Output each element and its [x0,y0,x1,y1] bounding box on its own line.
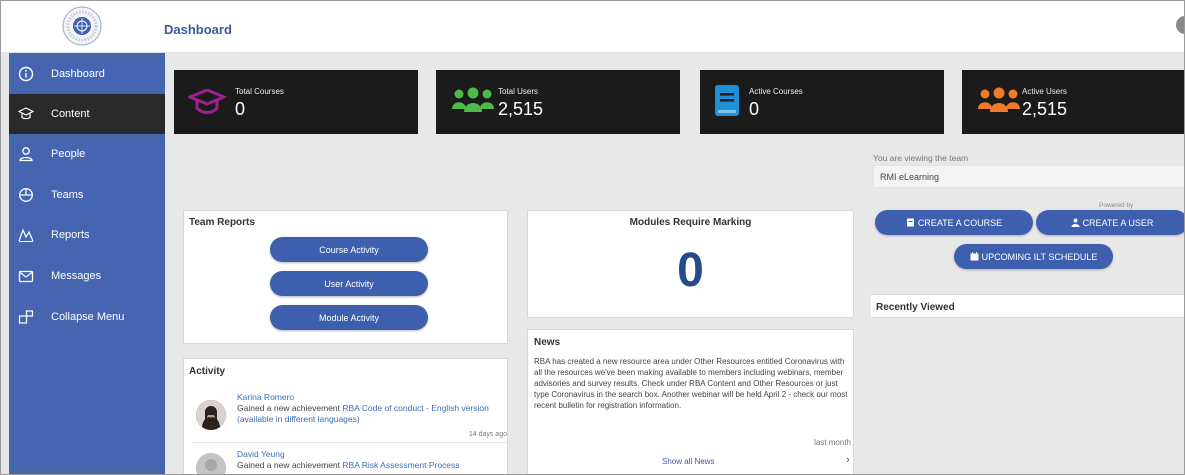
sidebar-item-content[interactable]: Content [9,94,165,134]
recently-viewed-card: Recently Viewed [871,294,1184,318]
create-course-button[interactable]: CREATE A COURSE [875,210,1033,235]
stat-value: 2,515 [1022,99,1068,119]
users-icon [977,87,1021,118]
course-activity-button[interactable]: Course Activity [270,237,428,262]
activity-text: Gained a new achievement RBA Risk Assess… [237,460,505,471]
sidebar-item-label: People [51,148,86,160]
powered-by-label: Powered by [1099,202,1134,209]
main-content: Total Courses 0 Total Users 2,515 Active… [165,53,1184,474]
user-activity-button[interactable]: User Activity [270,271,428,296]
sidebar-item-label: Collapse Menu [51,311,125,323]
page-title: Dashboard [164,22,232,37]
book-icon [715,85,741,122]
avatar[interactable] [196,453,226,474]
user-icon [1071,218,1080,227]
team-reports-title: Team Reports [189,217,255,228]
stat-label: Active Users [1022,87,1067,96]
graduation-cap-icon [186,88,228,120]
news-card: News RBA has created a new resource area… [527,329,854,474]
stat-label: Total Users [498,87,539,96]
teams-icon [18,187,34,203]
activity-prefix: Gained a new achievement [237,460,341,470]
activity-title: Activity [189,366,226,377]
sidebar-item-people[interactable]: People [9,134,165,174]
info-circle-icon [18,66,34,82]
user-activity-label: User Activity [324,278,374,289]
file-icon [906,218,914,227]
user-avatar[interactable] [1176,16,1184,34]
stat-value: 0 [235,99,246,119]
team-label: You are viewing the team [873,153,969,163]
activity-time: 14 days ago [468,431,507,438]
team-reports-card: Team Reports Course Activity User Activi… [183,210,508,344]
divider [192,442,509,443]
calendar-icon [970,252,979,261]
responsible-initiative-logo[interactable] [61,5,103,47]
stat-card-active-users[interactable]: Active Users 2,515 [962,70,1184,134]
sidebar-item-label: Messages [51,270,102,282]
module-activity-button[interactable]: Module Activity [270,305,428,330]
chevron-right-icon[interactable]: › [846,454,850,466]
chart-icon [18,227,34,243]
stat-card-total-users[interactable]: Total Users 2,515 [436,70,680,134]
upcoming-ilt-label: UPCOMING ILT SCHEDULE [981,251,1098,262]
envelope-icon [18,268,34,284]
stat-label: Active Courses [749,87,803,96]
stat-card-active-courses[interactable]: Active Courses 0 [700,70,944,134]
stat-label: Total Courses [235,87,284,96]
sidebar-item-teams[interactable]: Teams [9,175,165,215]
activity-user-name[interactable]: Karina Romero [237,392,294,402]
modules-marking-title: Modules Require Marking [629,217,752,228]
team-selector[interactable]: RMI eLearning [873,165,1184,188]
sidebar-item-dashboard[interactable]: Dashboard [9,54,165,94]
activity-achievement-link[interactable]: RBA Risk Assessment Process [342,460,459,470]
sidebar-item-label: Reports [51,229,90,241]
stat-value: 2,515 [498,99,544,119]
activity-text: Gained a new achievement RBA Code of con… [237,403,505,425]
news-title: News [534,337,561,348]
sidebar-item-label: Teams [51,189,84,201]
news-date: last month [814,438,851,447]
activity-prefix: Gained a new achievement [237,403,341,413]
course-activity-label: Course Activity [319,244,379,255]
list-item: David Yeung Gained a new achievement RBA… [184,447,509,474]
sidebar-item-label: Dashboard [51,68,105,80]
top-bar: Dashboard [1,1,1184,53]
activity-user-name[interactable]: David Yeung [237,449,285,459]
upcoming-ilt-schedule-button[interactable]: UPCOMING ILT SCHEDULE [954,244,1113,269]
modules-marking-card: Modules Require Marking 0 [527,210,854,318]
module-activity-label: Module Activity [318,312,380,323]
person-icon [18,146,34,162]
recently-viewed-title: Recently Viewed [876,302,955,313]
collapse-icon [18,309,34,325]
create-user-button[interactable]: CREATE A USER [1036,210,1184,235]
sidebar-item-reports[interactable]: Reports [9,215,165,255]
create-user-label: CREATE A USER [1082,217,1154,228]
news-body: RBA has created a new resource area unde… [534,357,848,410]
stat-card-total-courses[interactable]: Total Courses 0 [174,70,418,134]
team-value: RMI eLearning [880,172,940,182]
list-item: Karina Romero Gained a new achievement R… [184,392,509,447]
sidebar-item-label: Content [51,108,90,120]
avatar[interactable] [196,400,226,430]
app-window: Dashboard Dashboard Content People Teams… [0,0,1185,475]
activity-card: Activity Karina Romero Gained a new achi… [183,358,509,474]
graduation-cap-icon [18,106,34,122]
sidebar: Dashboard Content People Teams Reports M… [9,53,165,474]
sidebar-item-collapse-menu[interactable]: Collapse Menu [9,297,165,337]
sidebar-item-messages[interactable]: Messages [9,256,165,296]
users-icon [451,87,495,118]
show-all-news-link[interactable]: Show all News [662,457,714,466]
create-course-label: CREATE A COURSE [917,217,1003,228]
stat-value: 0 [749,99,760,119]
modules-marking-count: 0 [677,244,704,297]
